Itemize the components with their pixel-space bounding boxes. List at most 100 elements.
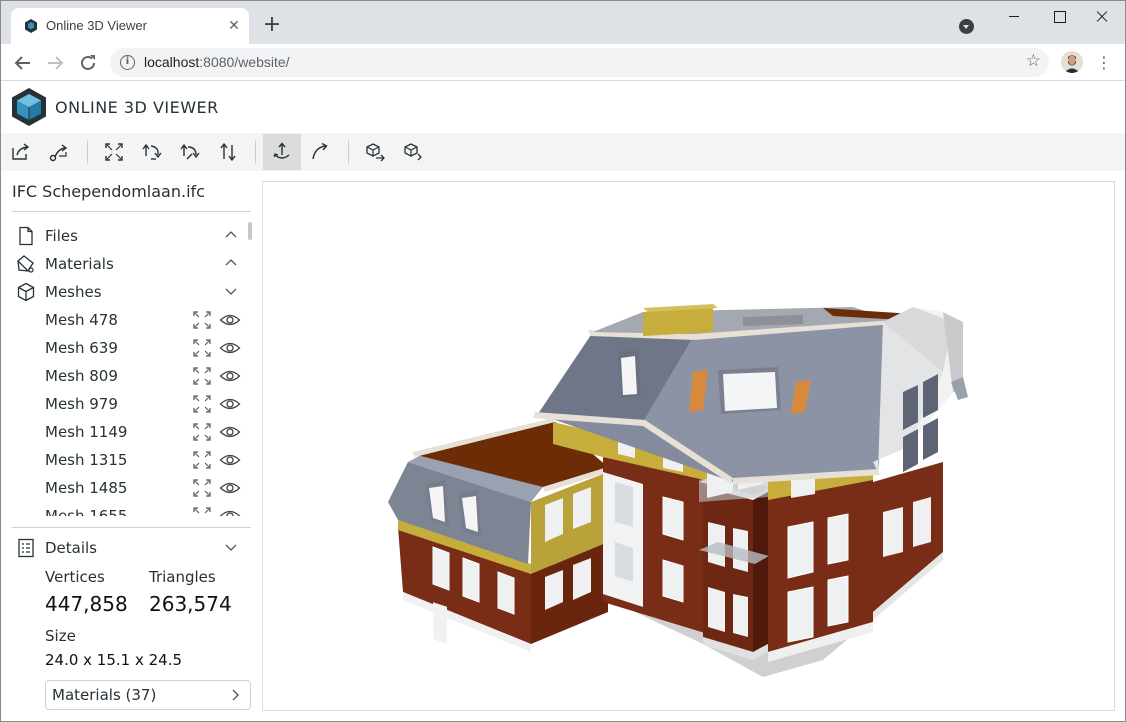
fit-mesh-icon[interactable] [192,310,212,330]
site-info-icon[interactable]: i [120,55,135,70]
eye-icon[interactable] [219,366,241,386]
share-icon [404,143,422,161]
eye-icon[interactable] [219,422,241,442]
chevron-up-icon [225,259,237,266]
mesh-item[interactable]: Mesh 1315 [12,446,248,474]
vertices-label: Vertices [45,568,105,586]
browser-tab[interactable]: Online 3D Viewer ✕ [11,8,249,44]
export-button[interactable] [356,134,394,170]
mesh-item[interactable]: Mesh 1485 [12,474,248,502]
flip-icon [220,142,236,162]
eye-icon[interactable] [219,338,241,358]
tab-search-icon[interactable] [959,19,974,34]
mesh-item[interactable]: Mesh 639 [12,334,248,362]
address-bar[interactable]: i localhost:8080/website/ ☆ [110,48,1049,77]
toolbar-separator [348,140,349,164]
browser-window: Online 3D Viewer ✕ + i localhost:8080/we… [0,0,1126,722]
chevron-up-icon [225,231,237,238]
eye-icon[interactable] [219,450,241,470]
details-icon [18,538,34,558]
fix-up-on-icon [273,142,290,159]
chevron-right-icon [232,689,239,701]
fit-mesh-icon[interactable] [192,366,212,386]
reload-icon[interactable] [77,52,99,74]
profile-avatar-image [1061,51,1083,73]
app-header: ONLINE 3D VIEWER [1,82,1125,133]
file-icon [19,226,33,246]
new-tab-button[interactable]: + [261,14,283,36]
flip-up-vector-button[interactable] [171,134,209,170]
export-icon [366,143,385,162]
section-meshes-label: Meshes [45,283,102,301]
building-model[interactable] [263,182,1115,711]
section-details[interactable]: Details [12,534,242,562]
url-text[interactable]: localhost:8080/website/ [144,54,290,70]
section-materials-label: Materials [45,255,114,273]
bookmark-star-icon[interactable]: ☆ [1026,51,1041,71]
mesh-item[interactable]: Mesh 1149 [12,418,248,446]
profile-avatar[interactable] [1061,51,1083,73]
mesh-label: Mesh 1315 [45,451,128,469]
toolbar-separator [87,140,88,164]
viewer-toolbar [1,133,1125,171]
size-label: Size [45,627,76,645]
flip-button[interactable] [209,134,247,170]
minimize-button[interactable] [991,1,1037,31]
fit-mesh-icon[interactable] [192,450,212,470]
section-files-label: Files [45,227,78,245]
section-materials[interactable]: Materials [12,250,242,278]
open-url-icon [49,144,68,162]
materials-count-button[interactable]: Materials (37) [45,680,251,710]
panel-divider [12,211,251,212]
mesh-label: Mesh 809 [45,367,118,385]
eye-icon[interactable] [219,394,241,414]
fit-mesh-icon[interactable] [192,422,212,442]
open-file-button[interactable] [2,134,40,170]
eye-icon[interactable] [219,310,241,330]
mesh-list: Mesh 478 Mesh 639 Mesh 809 Mesh 979 Mesh [12,306,248,516]
eye-icon[interactable] [219,478,241,498]
mesh-item[interactable]: Mesh 809 [12,362,248,390]
triangles-value: 263,574 [149,592,232,616]
3d-viewport[interactable] [262,181,1115,711]
panel-scrollbar[interactable] [248,222,252,240]
section-files[interactable]: Files [12,222,242,250]
up-z-icon [180,143,200,160]
fit-mesh-icon[interactable] [192,506,212,516]
forward-arrow-icon[interactable] [44,52,66,74]
fit-mesh-icon[interactable] [192,478,212,498]
fit-mesh-icon[interactable] [192,394,212,414]
open-url-button[interactable] [40,134,78,170]
fit-to-window-button[interactable] [95,134,133,170]
url-path: :8080/website/ [199,54,290,70]
close-window-button[interactable] [1079,1,1125,31]
materials-count-label: Materials (37) [52,686,157,704]
maximize-button[interactable] [1036,1,1082,31]
share-button[interactable] [394,134,432,170]
mesh-item[interactable]: Mesh 979 [12,390,248,418]
mesh-item[interactable]: Mesh 478 [12,306,248,334]
back-arrow-icon[interactable] [12,52,34,74]
free-orbit-button[interactable] [301,134,339,170]
fixed-up-vector-button[interactable] [263,134,301,170]
materials-icon [17,255,34,273]
free-orbit-icon [312,142,328,160]
section-meshes[interactable]: Meshes [12,278,242,306]
left-panel: IFC Schependomlaan.ifc Files Materials M… [1,172,261,721]
panel-divider [12,527,251,528]
eye-icon[interactable] [219,506,241,516]
model-file-name: IFC Schependomlaan.ifc [12,182,205,201]
vertices-value: 447,858 [45,592,128,616]
meshes-icon [17,282,35,302]
browser-menu-icon[interactable]: ⋮ [1095,52,1113,74]
mesh-item[interactable]: Mesh 1655 [12,502,248,516]
mesh-label: Mesh 639 [45,339,118,357]
mesh-label: Mesh 979 [45,395,118,413]
open-icon [12,143,30,160]
set-up-vector-button[interactable] [133,134,171,170]
tab-close-icon[interactable]: ✕ [225,17,243,35]
toolbar-separator [255,140,256,164]
fit-mesh-icon[interactable] [192,338,212,358]
section-details-label: Details [45,539,98,557]
chevron-down-icon [225,544,237,551]
